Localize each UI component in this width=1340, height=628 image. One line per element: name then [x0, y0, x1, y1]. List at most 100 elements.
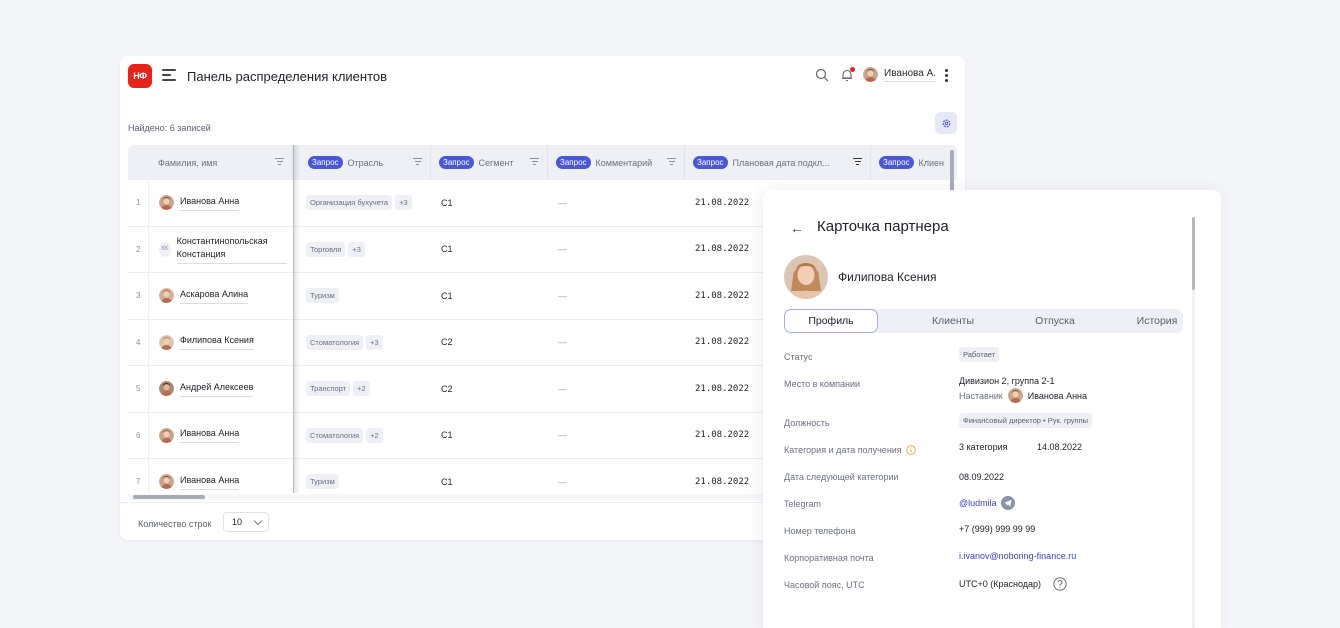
name-cell[interactable]: Иванова Анна: [159, 459, 287, 493]
comment-cell: —: [558, 244, 567, 255]
mentor-name[interactable]: Иванова Анна: [1028, 391, 1087, 401]
timezone-value: UTC+0 (Краснодар): [959, 579, 1042, 589]
col-segment[interactable]: Запрос Сегмент: [431, 145, 548, 180]
records-found: Найдено: 6 записей: [128, 123, 211, 133]
category-label-row: Категория и дата получения: [784, 445, 916, 455]
timezone-row: UTC+0 (Краснодар): [959, 577, 1067, 591]
position-badge: Финансовый директор • Рук. группы: [959, 413, 1093, 428]
row-avatar: [159, 334, 174, 350]
col-comment[interactable]: Запрос Комментарий: [548, 145, 685, 180]
telegram-label: Telegram: [784, 499, 822, 509]
mentor-label: Наставник: [959, 390, 1003, 401]
client-name[interactable]: Константинопольская Констанция: [176, 235, 287, 264]
phone-label: Номер телефона: [784, 526, 856, 536]
comment-cell: —: [558, 197, 567, 208]
row-number: 1: [136, 198, 141, 208]
table-settings-button[interactable]: [935, 112, 957, 134]
frozen-shadow: [293, 145, 300, 493]
vertical-scrollbar[interactable]: [950, 150, 954, 194]
comment-cell: —: [558, 290, 567, 301]
name-cell[interactable]: Филипова Ксения: [159, 320, 287, 366]
column-label: Клиен: [918, 157, 945, 168]
industry-more-chip[interactable]: +2: [366, 427, 383, 443]
filter-icon[interactable]: [853, 158, 862, 166]
comment-cell: —: [558, 430, 567, 441]
industry-chip: Торговля: [306, 241, 346, 257]
segment-cell: С1: [441, 476, 453, 487]
industry-more-chip[interactable]: +3: [366, 334, 383, 350]
rows-per-page-value: 10: [232, 517, 243, 527]
col-plan-date[interactable]: Запрос Плановая дата подкл...: [685, 145, 871, 180]
client-name[interactable]: Филипова Ксения: [180, 334, 254, 351]
industry-cell: Туризм: [306, 459, 431, 493]
client-name[interactable]: Андрей Алексеев: [180, 381, 254, 397]
top-bar: НФ Панель распределения клиентов Иванова…: [120, 56, 965, 96]
help-icon[interactable]: [1053, 577, 1067, 591]
industry-chip: Стоматология: [306, 334, 364, 350]
category-label: Категория и дата получения: [784, 445, 902, 455]
industry-chip: Транспорт: [306, 381, 351, 397]
client-name[interactable]: Аскарова Алина: [180, 288, 249, 304]
name-cell[interactable]: Аскарова Алина: [159, 273, 287, 319]
email-link[interactable]: i.ivanov@noboring-finance.ru: [959, 551, 1076, 561]
category-date: 14.08.2022: [1037, 442, 1083, 452]
partner-name: Филипова Ксения: [838, 270, 937, 284]
industry-more-chip[interactable]: +3: [395, 195, 412, 211]
request-tag: Запрос: [556, 156, 591, 169]
filter-icon[interactable]: [275, 158, 284, 166]
client-name[interactable]: Иванова Анна: [180, 427, 240, 444]
industry-more-chip[interactable]: +2: [353, 381, 370, 397]
rows-per-page-select[interactable]: 10: [223, 512, 269, 532]
segment-cell: С1: [441, 197, 453, 208]
row-number: 6: [136, 430, 141, 440]
user-menu[interactable]: Иванова А.: [863, 67, 937, 82]
filter-icon[interactable]: [667, 158, 676, 166]
industry-chip: Туризм: [306, 288, 339, 304]
col-industry[interactable]: Запрос Отрасль: [300, 145, 431, 180]
tab-vacations[interactable]: Отпуска: [1005, 309, 1105, 333]
row-number-divider: [148, 412, 149, 458]
menu-icon[interactable]: [162, 69, 176, 81]
col-name[interactable]: Фамилия, имя: [128, 145, 293, 180]
app-logo[interactable]: НФ: [128, 64, 152, 88]
name-cell[interactable]: КК Константинопольская Констанция: [159, 227, 287, 273]
filter-icon[interactable]: [413, 158, 422, 166]
industry-chip: Организация бухучета: [306, 195, 393, 211]
tab-profile[interactable]: Профиль: [784, 309, 878, 333]
row-number-divider: [148, 459, 149, 493]
name-cell[interactable]: Иванова Анна: [159, 180, 287, 226]
telegram-icon[interactable]: [1000, 496, 1015, 510]
comment-cell: —: [558, 383, 567, 394]
comment-cell: —: [558, 337, 567, 348]
client-name[interactable]: Иванова Анна: [180, 474, 240, 490]
row-number: 7: [136, 477, 141, 487]
column-label: Комментарий: [595, 157, 653, 168]
col-client[interactable]: Запрос Клиен: [871, 145, 957, 180]
industry-chip: Стоматология: [306, 427, 364, 443]
row-avatar: [159, 427, 174, 443]
row-avatar: [159, 381, 174, 397]
request-tag: Запрос: [879, 156, 914, 169]
segment-cell: С1: [441, 290, 453, 301]
telegram-link[interactable]: @ludmila: [959, 498, 997, 508]
user-name: Иванова А.: [884, 68, 937, 82]
industry-more-chip[interactable]: +3: [348, 241, 365, 257]
name-cell[interactable]: Иванова Анна: [159, 413, 287, 459]
industry-cell: Туризм: [306, 273, 431, 319]
chevron-down-icon: [253, 516, 263, 526]
filter-icon[interactable]: [530, 158, 539, 166]
name-cell[interactable]: Андрей Алексеев: [159, 366, 287, 412]
back-arrow-icon[interactable]: ←: [790, 220, 804, 236]
column-label: Отрасль: [347, 157, 384, 168]
partner-card-panel: ← Карточка партнера Филипова Ксения Проф…: [763, 190, 1221, 628]
row-avatar: [159, 195, 174, 211]
client-name[interactable]: Иванова Анна: [180, 195, 240, 211]
horizontal-scrollbar[interactable]: [133, 495, 205, 499]
email-label: Корпоративная почта: [784, 553, 874, 563]
info-icon[interactable]: [905, 445, 916, 455]
tab-clients[interactable]: Клиенты: [903, 309, 1003, 333]
search-icon[interactable]: [815, 68, 829, 82]
mentor-row: Наставник Иванова Анна: [959, 388, 1087, 403]
card-scrollbar[interactable]: [1192, 217, 1195, 290]
more-icon[interactable]: [945, 69, 949, 83]
